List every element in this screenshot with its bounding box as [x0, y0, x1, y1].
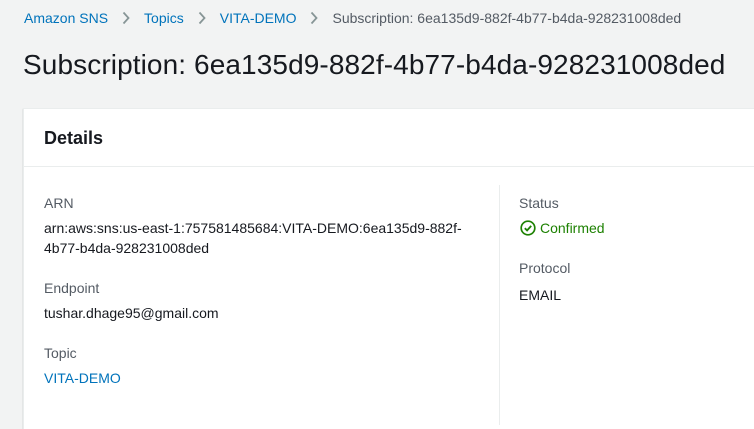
- chevron-right-icon: [108, 9, 144, 27]
- page-title: Subscription: 6ea135d9-882f-4b77-b4da-92…: [23, 49, 726, 80]
- protocol-value: EMAIL: [519, 287, 562, 303]
- details-title: Details: [44, 128, 104, 148]
- arn-value: arn:aws:sns:us-east-1:757581485684:VITA-…: [44, 218, 484, 258]
- endpoint-label: Endpoint: [44, 280, 100, 296]
- breadcrumb-amazon-sns[interactable]: Amazon SNS: [24, 10, 108, 26]
- protocol-label: Protocol: [519, 260, 571, 276]
- status-value: Confirmed: [520, 220, 605, 236]
- details-panel-header: Details: [24, 109, 754, 167]
- chevron-right-icon: [296, 9, 332, 27]
- breadcrumb-vita-demo[interactable]: VITA-DEMO: [220, 10, 297, 26]
- status-text: Confirmed: [540, 220, 605, 236]
- column-divider: [499, 185, 500, 425]
- endpoint-value: tushar.dhage95@gmail.com: [44, 305, 219, 321]
- breadcrumb-current-subscription: Subscription: 6ea135d9-882f-4b77-b4da-92…: [332, 10, 682, 26]
- details-panel: Details ARN arn:aws:sns:us-east-1:757581…: [23, 108, 754, 429]
- breadcrumb: Amazon SNS Topics VITA-DEMO Subscription…: [24, 9, 681, 27]
- arn-value-line-2: 4b77-b4da-928231008ded: [44, 240, 210, 256]
- chevron-right-icon: [184, 9, 220, 27]
- breadcrumb-topics[interactable]: Topics: [144, 10, 184, 26]
- topic-link[interactable]: VITA-DEMO: [44, 370, 121, 386]
- status-label: Status: [519, 195, 559, 211]
- topic-label: Topic: [44, 345, 77, 361]
- check-circle-icon: [520, 220, 540, 236]
- arn-label: ARN: [44, 195, 74, 211]
- arn-value-line-1: arn:aws:sns:us-east-1:757581485684:VITA-…: [44, 220, 462, 236]
